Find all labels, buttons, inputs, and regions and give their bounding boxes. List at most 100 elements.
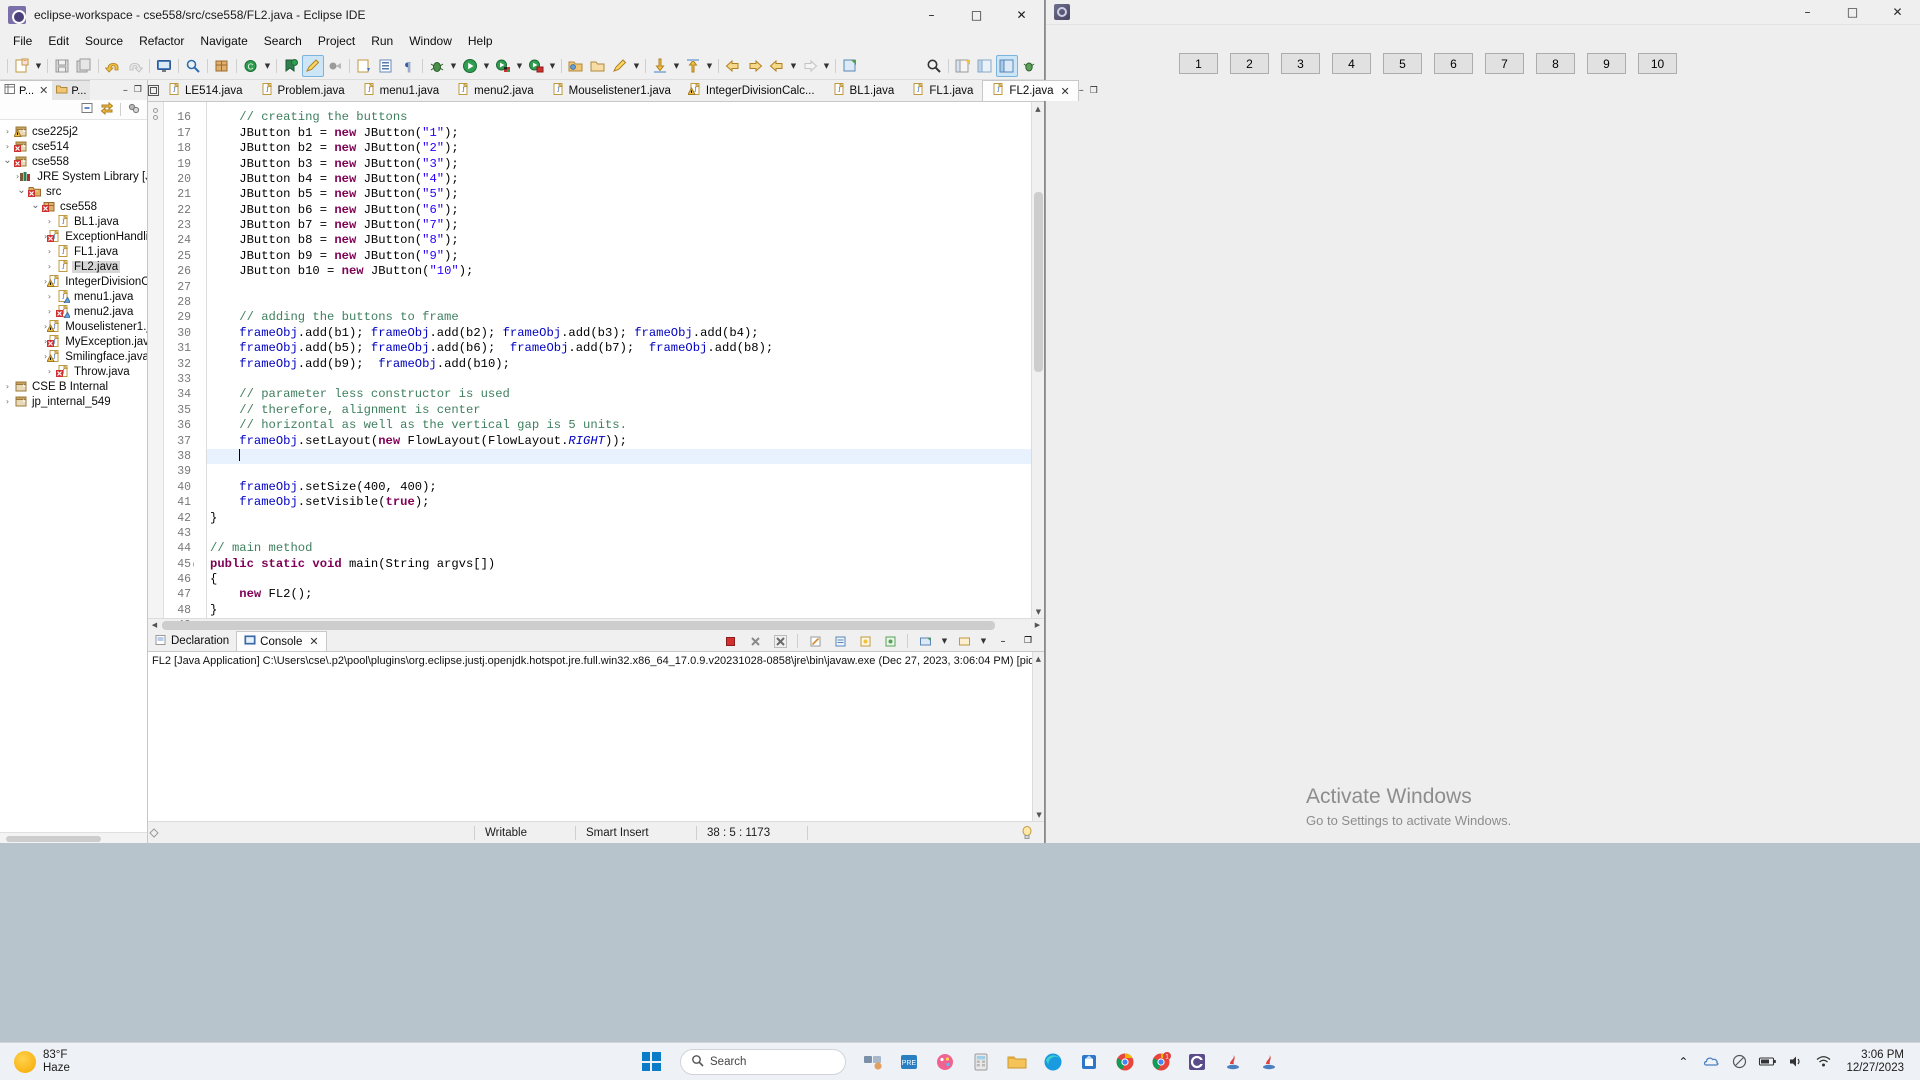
swing-button-9[interactable]: 9 bbox=[1587, 53, 1626, 74]
perspective-java-icon[interactable] bbox=[974, 55, 996, 77]
new-dropdown-icon[interactable]: ▼ bbox=[33, 55, 44, 77]
network-icon[interactable] bbox=[1810, 1047, 1836, 1077]
code-line[interactable]: // adding the buttons to frame bbox=[207, 310, 1031, 325]
close-button[interactable]: ✕ bbox=[999, 0, 1044, 30]
tree-item[interactable]: › J Mouselistener1.j bbox=[0, 319, 147, 334]
step-into-icon[interactable] bbox=[649, 55, 671, 77]
twisty-collapsed-icon[interactable]: › bbox=[2, 142, 13, 151]
menu-search[interactable]: Search bbox=[256, 32, 310, 50]
open-perspective-icon[interactable] bbox=[952, 55, 974, 77]
swing-button-4[interactable]: 4 bbox=[1332, 53, 1371, 74]
taskbar-clock[interactable]: 3:06 PM 12/27/2023 bbox=[1838, 1049, 1912, 1075]
new-icon[interactable] bbox=[11, 55, 33, 77]
onedrive-icon[interactable] bbox=[1698, 1047, 1724, 1077]
save-all-icon[interactable] bbox=[73, 55, 95, 77]
nav-back-icon[interactable] bbox=[766, 55, 788, 77]
console-maximize-button[interactable]: ❐ bbox=[1017, 630, 1039, 652]
new-class-dropdown-icon[interactable]: ▼ bbox=[262, 55, 273, 77]
code-line[interactable]: { bbox=[207, 572, 1031, 587]
undo-icon[interactable] bbox=[102, 55, 124, 77]
paint-dropdown-icon[interactable]: ▼ bbox=[631, 55, 642, 77]
nav-forward-dropdown-icon[interactable]: ▼ bbox=[821, 55, 832, 77]
twisty-collapsed-icon[interactable]: › bbox=[44, 292, 55, 301]
step-out-icon[interactable] bbox=[682, 55, 704, 77]
scroll-down-icon[interactable]: ▼ bbox=[1032, 605, 1045, 618]
scroll-left-icon[interactable]: ◀ bbox=[148, 621, 161, 629]
swing-button-5[interactable]: 5 bbox=[1383, 53, 1422, 74]
debug-dropdown-icon[interactable]: ▼ bbox=[448, 55, 459, 77]
toggle-markoccurrences-icon[interactable] bbox=[302, 54, 324, 77]
editor-tab[interactable]: J LE514.java bbox=[159, 80, 252, 102]
marker-ruler[interactable] bbox=[148, 102, 164, 619]
editor-tab[interactable]: J FL2.java ✕ bbox=[982, 80, 1079, 102]
microsoft-edge-icon[interactable] bbox=[1038, 1047, 1068, 1077]
code-line[interactable] bbox=[207, 280, 1031, 295]
code-line[interactable] bbox=[207, 372, 1031, 387]
editor-tab[interactable]: J Problem.java bbox=[251, 80, 354, 102]
swing-button-8[interactable]: 8 bbox=[1536, 53, 1575, 74]
twisty-collapsed-icon[interactable]: › bbox=[2, 127, 13, 136]
debug-icon[interactable] bbox=[426, 55, 448, 77]
tree-item[interactable]: ⌄ cse558 bbox=[0, 199, 147, 214]
chrome-2-icon[interactable]: 1 bbox=[1146, 1047, 1176, 1077]
terminal-icon[interactable] bbox=[153, 55, 175, 77]
tree-item[interactable]: › J MyException.jav bbox=[0, 334, 147, 349]
menu-run[interactable]: Run bbox=[363, 32, 401, 50]
show-console-on-output-icon[interactable] bbox=[854, 630, 876, 652]
quick-access-search-icon[interactable] bbox=[923, 55, 945, 77]
open-folder2-icon[interactable] bbox=[587, 55, 609, 77]
code-line[interactable]: new FL2(); bbox=[207, 587, 1031, 602]
swing-button-6[interactable]: 6 bbox=[1434, 53, 1473, 74]
forward-icon[interactable] bbox=[744, 55, 766, 77]
java-app-1-icon[interactable] bbox=[1218, 1047, 1248, 1077]
external-tools-dropdown-icon[interactable]: ▼ bbox=[514, 55, 525, 77]
twisty-collapsed-icon[interactable]: › bbox=[44, 247, 55, 256]
paint-app-icon[interactable] bbox=[930, 1047, 960, 1077]
swing-button-1[interactable]: 1 bbox=[1179, 53, 1218, 74]
editor-vertical-scrollbar[interactable]: ▲ ▼ bbox=[1031, 102, 1045, 619]
run-last-dropdown-icon[interactable]: ▼ bbox=[547, 55, 558, 77]
tab-package-explorer[interactable]: P... ✕ bbox=[0, 80, 53, 100]
code-line[interactable]: JButton b6 = new JButton("6"); bbox=[207, 203, 1031, 218]
menu-project[interactable]: Project bbox=[310, 32, 363, 50]
collapse-all-icon[interactable] bbox=[80, 101, 94, 118]
editor-minimize-button[interactable]: – bbox=[1079, 85, 1084, 96]
minimize-button[interactable]: – bbox=[909, 0, 954, 30]
swing-maximize-button[interactable]: □ bbox=[1830, 0, 1875, 25]
twisty-collapsed-icon[interactable]: › bbox=[44, 262, 55, 271]
explorer-minimize-button[interactable]: – bbox=[123, 85, 128, 96]
twisty-expanded-icon[interactable]: ⌄ bbox=[2, 155, 13, 166]
close-icon[interactable]: ✕ bbox=[1061, 85, 1070, 98]
code-line[interactable] bbox=[207, 295, 1031, 310]
open-console-dropdown-icon[interactable]: ▼ bbox=[978, 630, 989, 652]
tree-item[interactable]: ⌄ cse558 bbox=[0, 154, 147, 169]
code-line[interactable]: frameObj.setLayout(new FlowLayout(FlowLa… bbox=[207, 434, 1031, 449]
taskbar-search-box[interactable]: Search bbox=[680, 1048, 846, 1075]
editor-maximize-button[interactable]: ❐ bbox=[1090, 86, 1098, 96]
paint-icon[interactable] bbox=[609, 55, 631, 77]
run-external-tools-icon[interactable] bbox=[492, 55, 514, 77]
nav-back-dropdown-icon[interactable]: ▼ bbox=[788, 55, 799, 77]
tab-declaration[interactable]: Declaration bbox=[148, 631, 236, 651]
editor-horizontal-scrollbar[interactable]: ◀ ▶ bbox=[148, 618, 1044, 631]
code-line[interactable]: } bbox=[207, 603, 1031, 618]
show-hidden-icons[interactable]: ⌃ bbox=[1670, 1047, 1696, 1077]
swing-button-10[interactable]: 10 bbox=[1638, 53, 1677, 74]
tree-item[interactable]: › J BL1.java bbox=[0, 214, 147, 229]
code-line[interactable]: public static void main(String argvs[]) bbox=[207, 557, 1031, 572]
open-folder-icon[interactable] bbox=[565, 55, 587, 77]
editor-restore-icon[interactable] bbox=[148, 80, 159, 101]
step-out-dropdown-icon[interactable]: ▼ bbox=[704, 55, 715, 77]
editor-tab[interactable]: J IntegerDivisionCalc... bbox=[679, 80, 824, 102]
editor-tab[interactable]: J Mouselistener1.java bbox=[542, 80, 680, 102]
tree-item[interactable]: › cse225j2 bbox=[0, 124, 147, 139]
twisty-collapsed-icon[interactable]: › bbox=[2, 382, 13, 391]
menu-source[interactable]: Source bbox=[77, 32, 131, 50]
weather-widget[interactable]: 83°F Haze bbox=[0, 1049, 200, 1075]
menu-navigate[interactable]: Navigate bbox=[192, 32, 255, 50]
run-icon[interactable] bbox=[459, 55, 481, 77]
twisty-collapsed-icon[interactable]: › bbox=[2, 397, 13, 406]
run-last-tool-icon[interactable] bbox=[525, 55, 547, 77]
code-line[interactable]: JButton b4 = new JButton("4"); bbox=[207, 172, 1031, 187]
console-output-area[interactable]: FL2 [Java Application] C:\Users\cse\.p2\… bbox=[148, 651, 1044, 821]
